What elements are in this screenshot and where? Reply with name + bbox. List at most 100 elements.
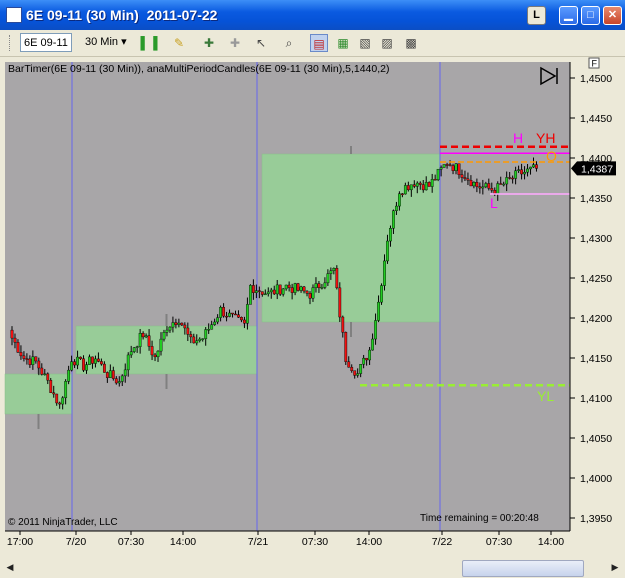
horizontal-scrollbar[interactable]: ◀ ▶ [0,558,625,578]
price-chart[interactable]: H YHOLYL 1,45001,44501,44001,43501,43001,… [0,57,625,578]
title-bar[interactable]: 6E 09-11 (30 Min) 2011-07-22 L ▁ □ ✕ [0,0,625,30]
candle-body [138,333,142,347]
candle-body [517,169,521,171]
candle-body [165,329,169,333]
candle-body [451,165,455,171]
candle-body [246,304,249,324]
period-selector[interactable]: 30 Min ▾ [85,35,127,48]
candle-body [389,228,392,242]
current-price-label: 1,4387 [581,163,613,175]
x-tick-label: 7/21 [248,536,269,548]
select-button[interactable]: ↖ [252,34,270,52]
candle-body [210,324,214,330]
candle-body [499,183,503,185]
candle-body [365,357,369,361]
crosshair-button[interactable]: ✚ [200,34,218,52]
candle-body [198,338,202,341]
candle-body [350,366,354,371]
open-label: O [546,148,557,164]
candle-body [457,163,461,175]
candle-body [293,283,297,293]
candlestick-icon: ▌▐ [140,36,158,50]
scroll-thumb[interactable] [462,560,584,577]
candle-body [147,335,151,347]
close-button[interactable]: ✕ [603,6,622,25]
candle-body [338,287,342,318]
candle-body [159,338,163,352]
time-remaining: Time remaining = 00:20:48 [420,513,539,524]
x-tick-label: 7/22 [432,536,453,548]
link-button[interactable]: L [527,6,546,25]
y-tick-label: 1,4500 [580,73,612,85]
strategies-button[interactable]: ▧ [356,34,374,52]
properties-icon: ▨ [381,36,393,50]
candle-body [356,373,360,376]
maximize-icon: □ [587,9,594,21]
candle-body [231,312,234,315]
candle-body [380,285,383,303]
candle-body [237,314,240,318]
candle-body [99,361,103,365]
candle-body [132,347,136,352]
candle-body [88,356,91,365]
candle-body [31,356,35,365]
candle-body [526,168,529,173]
candle-body [308,293,312,299]
instrument-selector[interactable]: 6E 09-11 [20,33,72,52]
global-crosshair-button[interactable]: ✚ [226,34,244,52]
candle-body [168,326,172,331]
candle-body [281,288,285,295]
candle-body [70,361,74,371]
bar-type-button[interactable]: ▌▐ [140,34,158,52]
pencil-icon: ✎ [173,36,185,50]
candle-body [383,260,386,286]
candle-body [254,290,258,293]
candle-body [263,293,267,296]
properties-button[interactable]: ▨ [378,34,396,52]
scroll-right-icon[interactable]: ▶ [607,560,623,575]
candle-body [299,286,303,291]
close-icon: ✕ [607,9,618,21]
copyright: © 2011 NinjaTrader, LLC [8,517,118,528]
data-series-button[interactable]: ▤ [310,34,328,52]
candle-body [28,358,32,365]
strategies-icon: ▧ [359,36,371,50]
candle-body [195,340,199,344]
toolbar-grip[interactable] [9,35,13,51]
candle-body [156,350,160,358]
candle-body [73,361,76,366]
candle-body [290,287,294,293]
zoom-button[interactable]: ⌕ [280,34,298,52]
minimize-button[interactable]: ▁ [559,6,578,25]
panel-marker[interactable]: F [588,57,600,69]
candle-body [329,270,333,274]
drawing-tools-button[interactable]: ✎ [170,34,188,52]
candle-body [430,179,434,187]
candle-body [335,268,339,289]
candle-body [243,319,246,324]
candle-body [19,352,23,357]
chart-trader-icon: ▩ [405,36,417,50]
candle-body [52,392,56,395]
candle-body [234,313,237,316]
candle-body [64,381,68,399]
candle-body [97,358,100,362]
candle-body [436,168,440,181]
x-tick-label: 17:00 [7,536,33,548]
candle-body [275,284,279,295]
candle-body [225,315,228,318]
indicators-button[interactable]: ▦ [334,34,352,52]
y-tick-label: 1,4300 [580,233,612,245]
candle-body [403,185,407,195]
candle-body [359,364,363,374]
chart-trader-button[interactable]: ▩ [402,34,420,52]
candle-body [272,289,276,295]
candle-body [171,322,175,328]
candle-body [418,182,422,185]
scroll-left-icon[interactable]: ◀ [2,560,18,575]
candle-body [91,356,94,364]
candle-body [204,329,208,339]
candle-body [415,182,419,187]
candle-body [174,322,178,325]
maximize-button[interactable]: □ [581,6,600,25]
